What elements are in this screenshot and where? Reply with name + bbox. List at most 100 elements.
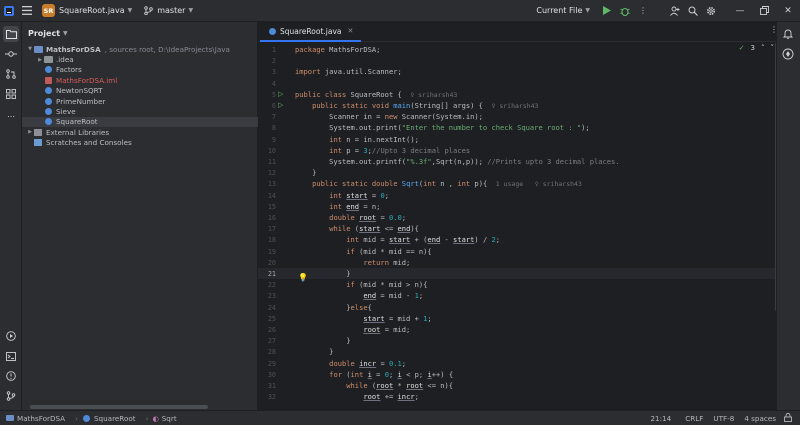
run-button[interactable] xyxy=(598,0,616,22)
chevron-down-icon[interactable]: ▼ xyxy=(26,46,34,52)
line-number[interactable]: 11 xyxy=(258,158,276,166)
tree-item-mathsfordsa-iml[interactable]: MathsForDSA.iml xyxy=(22,75,258,85)
line-number[interactable]: 26 xyxy=(258,326,276,334)
line-number[interactable]: 1 xyxy=(258,46,276,54)
code-line: root += incr; xyxy=(363,392,419,402)
terminal-tool-icon[interactable] xyxy=(3,348,19,364)
chevron-down-icon: ▼ xyxy=(188,7,194,14)
breadcrumb-class[interactable]: SquareRoot xyxy=(82,414,136,423)
chevron-down-icon: ▼ xyxy=(127,7,133,14)
line-number[interactable]: 22 xyxy=(258,281,276,289)
app-logo-icon[interactable] xyxy=(0,0,18,22)
line-number[interactable]: 17 xyxy=(258,225,276,233)
line-number[interactable]: 31 xyxy=(258,382,276,390)
more-tools-icon[interactable]: ⋯ xyxy=(3,108,19,124)
structure-tool-icon[interactable] xyxy=(3,86,19,102)
tree-item-primenumber[interactable]: PrimeNumber xyxy=(22,96,258,106)
tree-item-external-libraries[interactable]: ▶ External Libraries xyxy=(22,127,258,137)
close-window-button[interactable]: ✕ xyxy=(776,0,800,22)
line-number[interactable]: 23 xyxy=(258,292,276,300)
gutter-run-icon[interactable]: ▷ xyxy=(278,90,286,98)
line-number[interactable]: 16 xyxy=(258,214,276,222)
line-number[interactable]: 6 xyxy=(258,102,276,110)
line-number[interactable]: 9 xyxy=(258,136,276,144)
line-number[interactable]: 20 xyxy=(258,259,276,267)
run-tool-icon[interactable] xyxy=(3,328,19,344)
chevron-right-icon[interactable]: ▶ xyxy=(36,57,44,63)
notifications-icon[interactable] xyxy=(782,28,796,42)
project-switcher[interactable]: SR SquareRoot.java ▼ xyxy=(42,0,132,22)
caret-position[interactable]: 21:14 xyxy=(650,414,671,423)
chevron-right-icon[interactable]: ▶ xyxy=(26,129,34,135)
line-number[interactable]: 15 xyxy=(258,203,276,211)
git-tool-icon[interactable] xyxy=(3,388,19,404)
tab-squareroot-java[interactable]: SquareRoot.java ✕ xyxy=(260,22,362,42)
tree-item-newtonsqrt[interactable]: NewtonSQRT xyxy=(22,86,258,96)
close-icon[interactable]: ✕ xyxy=(348,27,354,35)
code-line: Scanner in = new Scanner(System.in); xyxy=(295,112,483,122)
code-line: public static void main(String[] args) {… xyxy=(312,101,539,110)
vcs-branch-switcher[interactable]: master ▼ xyxy=(144,0,193,22)
code-line: System.out.printf("%.3f",Sqrt(n,p)); //P… xyxy=(295,157,620,166)
tree-item-label: NewtonSQRT xyxy=(56,86,103,96)
line-number[interactable]: 2 xyxy=(258,57,276,65)
line-number[interactable]: 25 xyxy=(258,315,276,323)
line-number[interactable]: 19 xyxy=(258,248,276,256)
line-separator[interactable]: CRLF xyxy=(685,414,703,423)
line-number[interactable]: 7 xyxy=(258,113,276,121)
line-number[interactable]: 13 xyxy=(258,180,276,188)
tree-item-factors[interactable]: Factors xyxy=(22,65,258,75)
line-number[interactable]: 4 xyxy=(258,80,276,88)
folder-icon xyxy=(44,56,53,64)
line-number[interactable]: 27 xyxy=(258,337,276,345)
debug-button[interactable] xyxy=(616,0,634,22)
project-horizontal-scrollbar[interactable] xyxy=(30,405,208,409)
line-number[interactable]: 29 xyxy=(258,360,276,368)
line-number[interactable]: 3 xyxy=(258,68,276,76)
file-encoding[interactable]: UTF-8 xyxy=(713,414,734,423)
lock-icon[interactable] xyxy=(784,412,792,424)
code-line: int end = n; xyxy=(329,201,381,211)
line-number[interactable]: 5 xyxy=(258,91,276,99)
indent-setting[interactable]: 4 spaces xyxy=(744,414,776,423)
java-class-icon xyxy=(45,108,52,116)
line-number[interactable]: 32 xyxy=(258,393,276,401)
run-configuration-select[interactable]: Current File ▼ xyxy=(536,0,590,22)
breadcrumb-method[interactable]: ◐ Sqrt xyxy=(152,414,176,423)
search-icon[interactable] xyxy=(684,0,702,22)
tree-item-scratches-and-consoles[interactable]: Scratches and Consoles xyxy=(22,138,258,148)
inspection-widget[interactable]: ✓ 3 ˄ ˅ xyxy=(739,44,774,52)
line-number[interactable]: 8 xyxy=(258,124,276,132)
project-badge: SR xyxy=(42,4,55,17)
project-panel-header[interactable]: Project ▼ xyxy=(22,22,257,44)
chevron-down-icon[interactable]: ˅ xyxy=(771,44,775,52)
problems-tool-icon[interactable] xyxy=(3,368,19,384)
tree-item-squareroot[interactable]: SquareRoot xyxy=(22,116,258,128)
line-number[interactable]: 28 xyxy=(258,348,276,356)
line-number[interactable]: 24 xyxy=(258,304,276,312)
code-editor[interactable]: 1 package MathsForDSA; 2 3 import java.util.… xyxy=(258,42,800,410)
ai-assistant-icon[interactable] xyxy=(782,48,796,62)
commit-tool-icon[interactable] xyxy=(3,46,19,62)
project-tool-icon[interactable] xyxy=(3,26,19,42)
line-number[interactable]: 12 xyxy=(258,169,276,177)
tree-item--idea[interactable]: ▶ .idea xyxy=(22,54,258,64)
line-number[interactable]: 10 xyxy=(258,147,276,155)
intention-bulb-icon[interactable]: 💡 xyxy=(298,273,308,282)
add-user-icon[interactable] xyxy=(666,0,684,22)
main-menu-icon[interactable] xyxy=(18,0,36,22)
restore-window-button[interactable] xyxy=(752,0,776,22)
gutter-run-icon[interactable]: ▷ xyxy=(278,101,286,109)
settings-gear-icon[interactable] xyxy=(702,0,720,22)
tree-item-sieve[interactable]: Sieve xyxy=(22,106,258,116)
more-actions-icon[interactable]: ⋮ xyxy=(634,0,652,22)
pull-requests-icon[interactable] xyxy=(3,66,19,82)
tree-item-mathsfordsa[interactable]: ▼ MathsForDSA, sources root, D:\IdeaProje… xyxy=(22,44,258,54)
breadcrumb-module[interactable]: MathsForDSA xyxy=(6,414,65,423)
line-number[interactable]: 18 xyxy=(258,236,276,244)
minimize-window-button[interactable]: — xyxy=(728,0,752,22)
line-number[interactable]: 30 xyxy=(258,371,276,379)
line-number[interactable]: 21 xyxy=(258,270,276,278)
chevron-up-icon[interactable]: ˄ xyxy=(761,44,765,52)
line-number[interactable]: 14 xyxy=(258,192,276,200)
